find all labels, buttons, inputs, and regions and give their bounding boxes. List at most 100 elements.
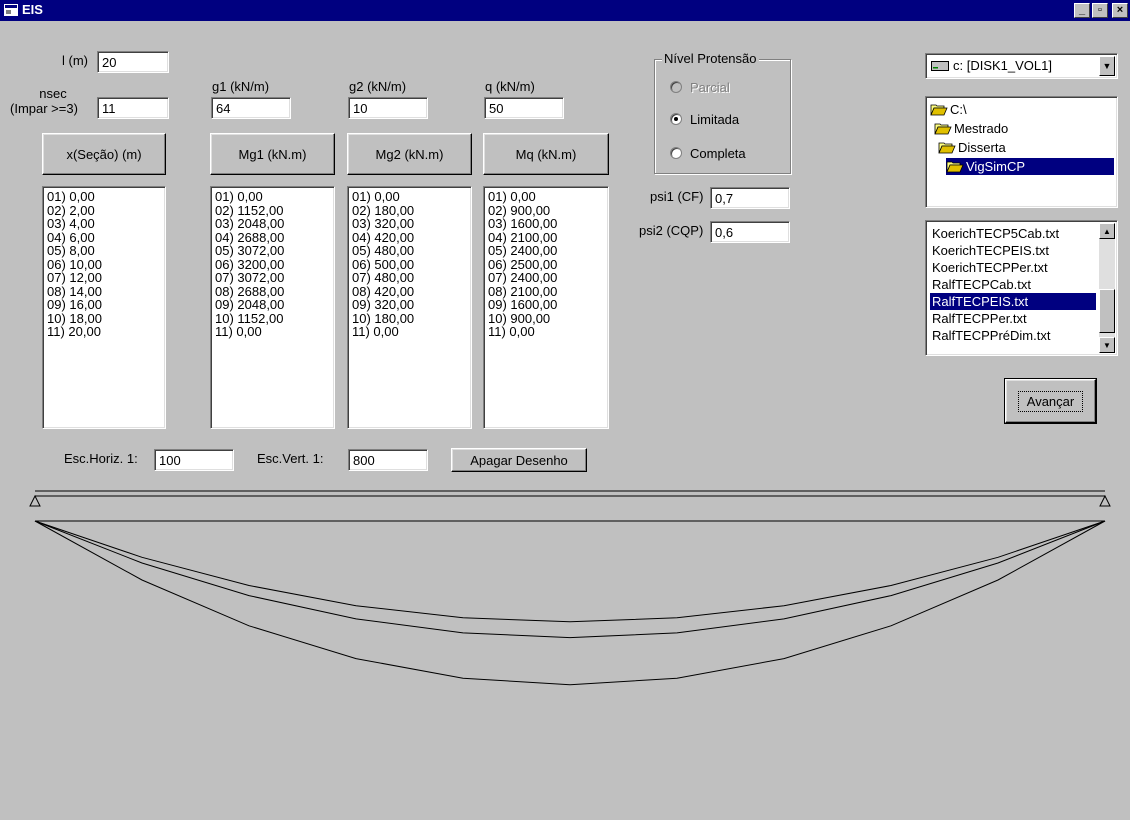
mg1-curve <box>34 520 1106 623</box>
list-item[interactable]: 11) 0,00 <box>352 325 467 339</box>
mg2-button[interactable]: Mg2 (kN.m) <box>347 133 472 175</box>
list-item[interactable]: 11) 0,00 <box>215 325 330 339</box>
dir-item-mestrado[interactable]: Mestrado <box>934 120 1008 137</box>
list-item[interactable]: 01) 0,00 <box>488 190 604 204</box>
list-item[interactable]: 08) 420,00 <box>352 284 467 299</box>
list-item[interactable]: 06) 2500,00 <box>488 257 604 272</box>
scroll-down-icon[interactable]: ▼ <box>1099 337 1115 353</box>
file-item[interactable]: KoerichTECP5Cab.txt <box>930 225 1096 242</box>
list-item[interactable]: 10) 18,00 <box>47 311 161 326</box>
g2-input[interactable]: 10 <box>348 97 428 119</box>
dir-item-label: Mestrado <box>954 121 1009 136</box>
list-item[interactable]: 01) 0,00 <box>352 190 467 204</box>
file-item[interactable]: KoerichTECPPer.txt <box>930 259 1096 276</box>
list-item[interactable]: 05) 2400,00 <box>488 244 604 258</box>
g2-label: g2 (kN/m) <box>349 79 407 94</box>
list-item[interactable]: 08) 2100,00 <box>488 284 604 299</box>
list-item[interactable]: 04) 6,00 <box>47 230 161 245</box>
restore-button[interactable]: ▫ <box>1092 3 1108 18</box>
esc-vert-input[interactable]: 800 <box>348 449 428 471</box>
list-item[interactable]: 07) 480,00 <box>352 271 467 285</box>
list-item[interactable]: 01) 0,00 <box>215 190 330 204</box>
dir-item-disserta[interactable]: Disserta <box>938 139 1006 156</box>
dir-item-vigsimcp[interactable]: VigSimCP <box>946 158 1114 175</box>
g1-input[interactable]: 64 <box>211 97 291 119</box>
radio-completa-circle[interactable] <box>670 147 682 159</box>
list-item[interactable]: 10) 1152,00 <box>215 311 330 326</box>
open-folder-icon <box>946 161 964 173</box>
chevron-down-icon[interactable]: ▼ <box>1099 56 1115 76</box>
list-item[interactable]: 01) 0,00 <box>47 190 161 204</box>
mq-list[interactable]: 01) 0,00 02) 900,00 03) 1600,00 04) 2100,00… <box>483 186 609 429</box>
dir-item-label: VigSimCP <box>966 159 1026 174</box>
mg2-list[interactable]: 01) 0,00 02) 180,00 03) 320,00 04) 420,00 05… <box>347 186 472 429</box>
list-item[interactable]: 09) 16,00 <box>47 298 161 312</box>
list-item[interactable]: 06) 500,00 <box>352 257 467 272</box>
x-secao-button[interactable]: x(Seção) (m) <box>42 133 166 175</box>
list-item[interactable]: 03) 1600,00 <box>488 217 604 231</box>
list-item[interactable]: 02) 180,00 <box>352 203 467 218</box>
radio-completa-label[interactable]: Completa <box>690 146 746 161</box>
list-item[interactable]: 04) 420,00 <box>352 230 467 245</box>
radio-limitada-label[interactable]: Limitada <box>690 112 739 127</box>
list-item[interactable]: 08) 2688,00 <box>215 284 330 299</box>
list-item[interactable]: 03) 4,00 <box>47 217 161 231</box>
psi2-label: psi2 (CQP) <box>639 223 704 238</box>
mg1-button[interactable]: Mg1 (kN.m) <box>210 133 335 175</box>
drive-combo[interactable]: c: [DISK1_VOL1] ▼ <box>925 53 1118 79</box>
dir-item-root[interactable]: C:\ <box>930 101 967 118</box>
q-input[interactable]: 50 <box>484 97 564 119</box>
list-item[interactable]: 03) 320,00 <box>352 217 467 231</box>
psi1-input[interactable]: 0,7 <box>710 187 790 209</box>
list-item[interactable]: 08) 14,00 <box>47 284 161 299</box>
list-item[interactable]: 02) 900,00 <box>488 203 604 218</box>
file-item[interactable]: RalfTECPCab.txt <box>930 276 1096 293</box>
file-item[interactable]: RalfTECPPer.txt <box>930 310 1096 327</box>
open-folder-icon <box>930 104 948 116</box>
nsec-label-line2: (Impar >=3) <box>10 101 78 116</box>
psi2-input[interactable]: 0,6 <box>710 221 790 243</box>
list-item[interactable]: 02) 2,00 <box>47 203 161 218</box>
file-item[interactable]: RalfTECPEIS.txt <box>930 293 1096 310</box>
list-item[interactable]: 04) 2100,00 <box>488 230 604 245</box>
radio-limitada-circle[interactable] <box>670 113 682 125</box>
list-item[interactable]: 10) 900,00 <box>488 311 604 326</box>
file-item[interactable]: KoerichTECPEIS.txt <box>930 242 1096 259</box>
list-item[interactable]: 10) 180,00 <box>352 311 467 326</box>
esc-horiz-input[interactable]: 100 <box>154 449 234 471</box>
list-item[interactable]: 09) 2048,00 <box>215 298 330 312</box>
mq-button[interactable]: Mq (kN.m) <box>483 133 609 175</box>
minimize-button[interactable]: _ <box>1074 3 1090 18</box>
list-item[interactable]: 05) 3072,00 <box>215 244 330 258</box>
list-item[interactable]: 11) 20,00 <box>47 325 161 339</box>
l-input[interactable]: 20 <box>97 51 169 73</box>
radio-limitada[interactable]: Limitada <box>670 110 739 128</box>
nsec-input[interactable]: 11 <box>97 97 169 119</box>
list-item[interactable]: 09) 320,00 <box>352 298 467 312</box>
list-item[interactable]: 11) 0,00 <box>488 325 604 339</box>
apagar-desenho-button[interactable]: Apagar Desenho <box>451 448 587 472</box>
list-item[interactable]: 05) 480,00 <box>352 244 467 258</box>
list-item[interactable]: 07) 2400,00 <box>488 271 604 285</box>
file-list-scrollbar[interactable]: ▲ ▼ <box>1099 223 1115 353</box>
mg1-list[interactable]: 01) 0,00 02) 1152,00 03) 2048,00 04) 2688,0… <box>210 186 335 429</box>
scroll-thumb[interactable] <box>1099 289 1115 333</box>
dir-list[interactable]: C:\ Mestrado Disserta VigSimCP <box>925 96 1118 208</box>
list-item[interactable]: 05) 8,00 <box>47 244 161 258</box>
list-item[interactable]: 02) 1152,00 <box>215 203 330 218</box>
list-item[interactable]: 06) 10,00 <box>47 257 161 272</box>
radio-completa[interactable]: Completa <box>670 144 746 162</box>
close-button[interactable]: × <box>1112 3 1128 18</box>
x-list[interactable]: 01) 0,00 02) 2,00 03) 4,00 04) 6,00 05) 8,00… <box>42 186 166 429</box>
list-item[interactable]: 07) 12,00 <box>47 271 161 285</box>
list-item[interactable]: 03) 2048,00 <box>215 217 330 231</box>
list-item[interactable]: 07) 3072,00 <box>215 271 330 285</box>
file-item[interactable]: RalfTECPPréDim.txt <box>930 327 1096 344</box>
list-item[interactable]: 09) 1600,00 <box>488 298 604 312</box>
list-item[interactable]: 06) 3200,00 <box>215 257 330 272</box>
scroll-up-icon[interactable]: ▲ <box>1099 223 1115 239</box>
list-item[interactable]: 04) 2688,00 <box>215 230 330 245</box>
avancar-button[interactable]: Avançar <box>1004 378 1097 424</box>
total-curve <box>34 520 1106 686</box>
file-list[interactable]: KoerichTECP5Cab.txt KoerichTECPEIS.txt Koe… <box>925 220 1118 356</box>
